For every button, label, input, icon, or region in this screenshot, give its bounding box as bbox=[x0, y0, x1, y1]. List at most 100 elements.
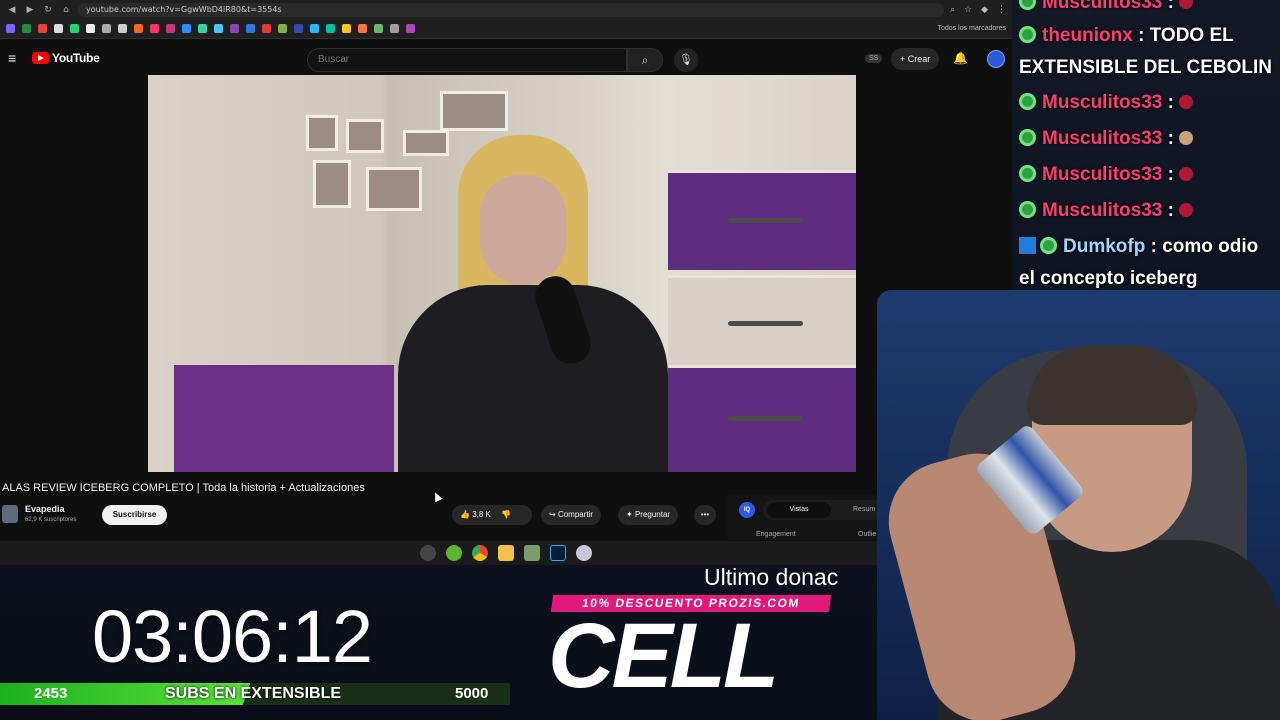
reload-icon[interactable]: ↻ bbox=[42, 5, 54, 15]
ask-label: Preguntar bbox=[634, 510, 671, 519]
like-dislike-group: 👍 3,8 K 👎 bbox=[452, 505, 532, 525]
ask-button[interactable]: ✦ Preguntar bbox=[618, 505, 679, 525]
subscribe-button[interactable]: Suscribirse bbox=[102, 505, 167, 525]
stats-engagement-label: Engagement bbox=[756, 531, 796, 538]
extension-badge[interactable]: SS bbox=[865, 54, 883, 63]
bookmark-icon[interactable] bbox=[246, 24, 255, 33]
chat-message: Musculitos33 : bbox=[1019, 92, 1194, 114]
bookmark-icon[interactable] bbox=[262, 24, 271, 33]
like-icon[interactable]: 👍 bbox=[460, 510, 470, 519]
purple-cabinet bbox=[174, 365, 394, 472]
forward-icon[interactable]: ▶ bbox=[24, 5, 36, 15]
app-icon[interactable] bbox=[576, 545, 592, 561]
bookmark-icon[interactable] bbox=[6, 24, 15, 33]
bookmark-icon[interactable] bbox=[166, 24, 175, 33]
chrome-icon[interactable] bbox=[472, 545, 488, 561]
photoshop-icon[interactable] bbox=[550, 545, 566, 561]
bookmark-icon[interactable] bbox=[70, 24, 79, 33]
streamer-webcam bbox=[877, 290, 1280, 720]
all-bookmarks-link[interactable]: Todos los marcadores bbox=[938, 25, 1006, 32]
streamer-hair bbox=[1027, 345, 1197, 425]
bookmark-icon[interactable] bbox=[374, 24, 383, 33]
bookmark-icon[interactable] bbox=[182, 24, 191, 33]
bookmark-icon[interactable] bbox=[102, 24, 111, 33]
bookmark-icon[interactable] bbox=[214, 24, 223, 33]
account-avatar[interactable] bbox=[987, 50, 1005, 68]
bookmark-icon[interactable] bbox=[134, 24, 143, 33]
browser-actions: ⌕ ☆ ◆ ⋮ bbox=[950, 5, 1006, 15]
search-button[interactable]: ⌕ bbox=[627, 48, 663, 72]
video-title: ALAS REVIEW ICEBERG COMPLETO | Toda la h… bbox=[2, 482, 365, 494]
subs-label: SUBS EN EXTENSIBLE bbox=[165, 685, 342, 702]
stats-tabs: Vistas Resum bbox=[763, 500, 883, 520]
channel-avatar[interactable] bbox=[2, 505, 18, 523]
share-label: Compartir bbox=[557, 510, 594, 519]
bookmark-icon[interactable] bbox=[198, 24, 207, 33]
bookmark-icon[interactable] bbox=[358, 24, 367, 33]
bell-icon[interactable]: 🔔 bbox=[953, 51, 968, 65]
video-player[interactable] bbox=[148, 75, 856, 472]
stats-outlier-label: Outlie bbox=[858, 531, 877, 538]
tab-vistas[interactable]: Vistas bbox=[767, 502, 831, 518]
bookmark-icon[interactable] bbox=[22, 24, 31, 33]
purple-drawer bbox=[668, 170, 856, 270]
search-input[interactable]: Buscar bbox=[307, 48, 627, 72]
bookmark-icon[interactable] bbox=[86, 24, 95, 33]
subs-goal: 5000 bbox=[455, 685, 489, 702]
hamburger-menu-icon[interactable]: ≡ bbox=[8, 50, 24, 66]
wall-photo bbox=[313, 160, 351, 208]
chat-message: Musculitos33 : bbox=[1019, 0, 1194, 14]
folder-icon[interactable] bbox=[498, 545, 514, 561]
stream-timer: 03:06:12 bbox=[92, 595, 373, 678]
star-icon[interactable]: ☆ bbox=[964, 5, 972, 15]
bookmark-icon[interactable] bbox=[342, 24, 351, 33]
tab-resumen[interactable]: Resum bbox=[853, 502, 875, 518]
mouse-cursor bbox=[431, 490, 443, 503]
stats-badge[interactable]: IQ bbox=[739, 502, 755, 518]
app-icon[interactable] bbox=[446, 545, 462, 561]
wall-photo bbox=[440, 91, 508, 131]
bookmark-icon[interactable] bbox=[38, 24, 47, 33]
bookmark-icon[interactable] bbox=[278, 24, 287, 33]
youtube-logo[interactable]: YouTube bbox=[32, 51, 100, 65]
purple-drawer bbox=[668, 365, 856, 472]
menu-icon[interactable]: ⋮ bbox=[997, 5, 1006, 15]
wall-photo bbox=[306, 115, 338, 151]
channel-subscriber-count: 62,9 K suscriptores bbox=[25, 517, 77, 523]
bookmark-icon[interactable] bbox=[230, 24, 239, 33]
chat-message: theunionx : TODO EL bbox=[1019, 25, 1234, 47]
mic-icon: 🎙 bbox=[679, 54, 693, 66]
bookmark-icon[interactable] bbox=[310, 24, 319, 33]
address-bar[interactable]: youtube.com/watch?v=GgwWbD4iR80&t=3554s bbox=[78, 2, 944, 17]
app-icon[interactable] bbox=[420, 545, 436, 561]
chat-message-cont: el concepto iceberg bbox=[1019, 268, 1198, 289]
bookmark-icon[interactable] bbox=[54, 24, 63, 33]
chat-message: Musculitos33 : bbox=[1019, 200, 1194, 222]
search-icon: ⌕ bbox=[641, 53, 649, 67]
back-icon[interactable]: ◀ bbox=[6, 5, 18, 15]
dislike-icon[interactable]: 👎 bbox=[501, 510, 511, 519]
share-button[interactable]: ↪ Compartir bbox=[541, 505, 602, 525]
extensions-icon[interactable]: ◆ bbox=[981, 5, 988, 15]
chat-message: Dumkofp : como odio bbox=[1019, 236, 1258, 258]
channel-name[interactable]: Evapedia bbox=[25, 504, 65, 514]
taskbar bbox=[0, 541, 1012, 565]
bookmark-icon[interactable] bbox=[150, 24, 159, 33]
youtube-header: ≡ YouTube Buscar ⌕ 🎙 SS + Crear 🔔 bbox=[0, 39, 1012, 76]
bookmark-icon[interactable] bbox=[326, 24, 335, 33]
voice-search-button[interactable]: 🎙 bbox=[674, 48, 698, 72]
bookmark-icon[interactable] bbox=[406, 24, 415, 33]
browser-toolbar: ◀ ▶ ↻ ⌂ youtube.com/watch?v=GgwWbD4iR80&… bbox=[0, 0, 1012, 19]
subs-current: 2453 bbox=[34, 685, 68, 702]
bookmark-icon[interactable] bbox=[118, 24, 127, 33]
youtube-play-icon bbox=[32, 51, 49, 64]
bookmark-icon[interactable] bbox=[390, 24, 399, 33]
more-actions-button[interactable]: ••• bbox=[694, 505, 716, 525]
bookmark-icon[interactable] bbox=[294, 24, 303, 33]
home-icon[interactable]: ⌂ bbox=[60, 5, 72, 15]
zoom-icon[interactable]: ⌕ bbox=[950, 5, 955, 15]
like-count[interactable]: 3,8 K bbox=[472, 510, 491, 519]
last-donation-label: Ultimo donac bbox=[704, 564, 839, 590]
create-button[interactable]: + Crear bbox=[891, 48, 940, 70]
app-icon[interactable] bbox=[524, 545, 540, 561]
